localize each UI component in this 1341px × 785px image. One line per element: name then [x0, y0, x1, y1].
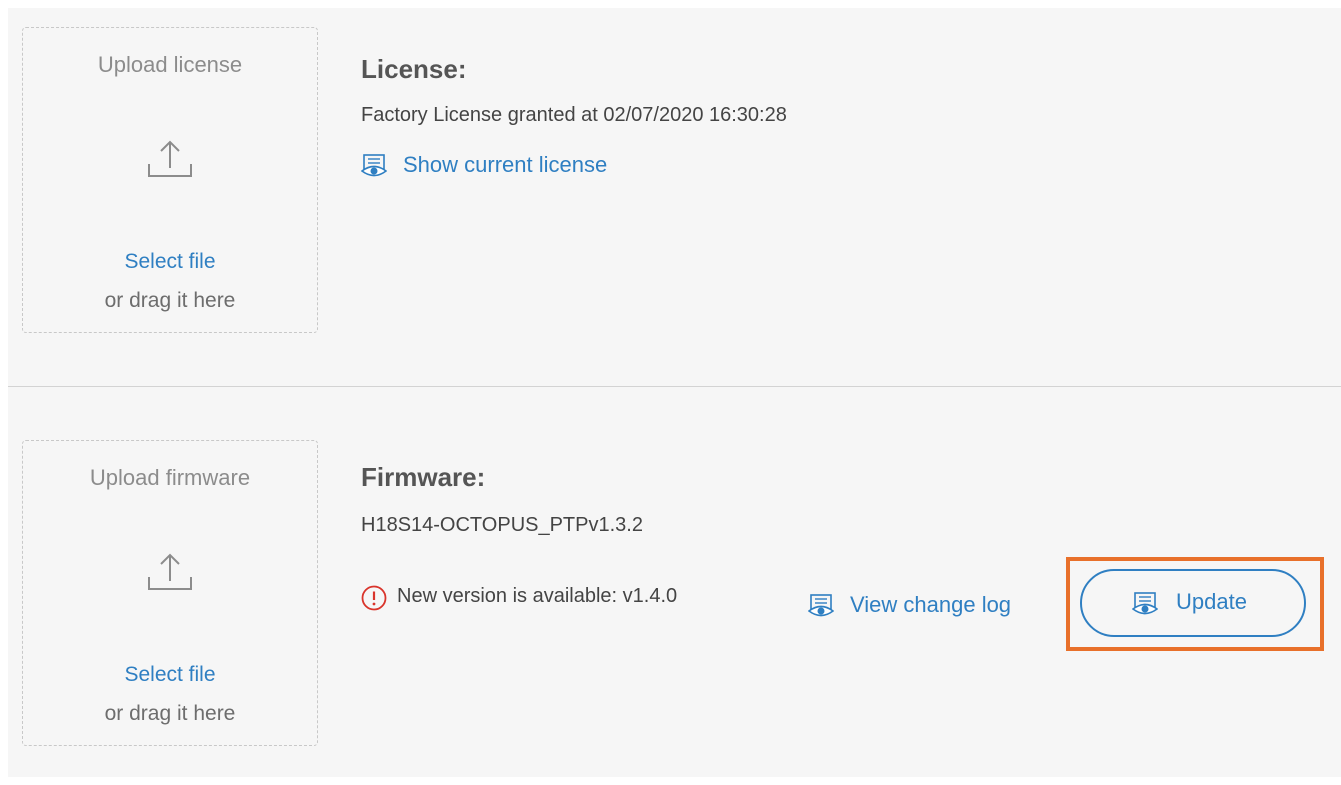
eye-document-icon: [808, 594, 834, 617]
new-version-alert: New version is available: v1.4.0: [361, 584, 761, 614]
upload-icon: [148, 140, 192, 177]
eye-document-icon: [1132, 592, 1158, 615]
upload-icon: [148, 553, 192, 590]
update-button[interactable]: Update: [1080, 569, 1306, 637]
license-heading: License:: [361, 54, 467, 84]
new-version-text: New version is available: v1.4.0: [397, 585, 678, 607]
firmware-heading: Firmware:: [361, 462, 486, 492]
exclamation-circle-icon: [361, 585, 387, 611]
dropzone-title: Upload firmware: [89, 465, 251, 490]
firmware-section: Upload firmware Select file or drag it h…: [8, 388, 1341, 777]
view-change-log-link[interactable]: View change log: [808, 592, 1048, 622]
firmware-dropzone[interactable]: Upload firmware Select file or drag it h…: [22, 440, 318, 746]
dropzone-title: Upload license: [97, 52, 243, 77]
show-current-license-label: Show current license: [403, 152, 608, 177]
select-file-link[interactable]: Select file: [23, 663, 317, 687]
license-section: Upload license Select file or drag it he…: [8, 8, 1341, 386]
drag-hint: or drag it here: [104, 289, 236, 312]
update-button-label: Update: [1176, 589, 1247, 614]
section-divider: [8, 386, 1341, 387]
select-file-link[interactable]: Select file: [23, 250, 317, 274]
view-change-log-label: View change log: [850, 592, 1012, 617]
license-info: Factory License granted at 02/07/2020 16…: [361, 104, 787, 126]
show-current-license-link[interactable]: Show current license: [361, 152, 661, 182]
firmware-version: H18S14-OCTOPUS_PTPv1.3.2: [361, 514, 643, 536]
drag-hint: or drag it here: [104, 702, 236, 725]
license-dropzone[interactable]: Upload license Select file or drag it he…: [22, 27, 318, 333]
settings-panel: Upload license Select file or drag it he…: [8, 8, 1341, 777]
eye-document-icon: [361, 154, 387, 177]
